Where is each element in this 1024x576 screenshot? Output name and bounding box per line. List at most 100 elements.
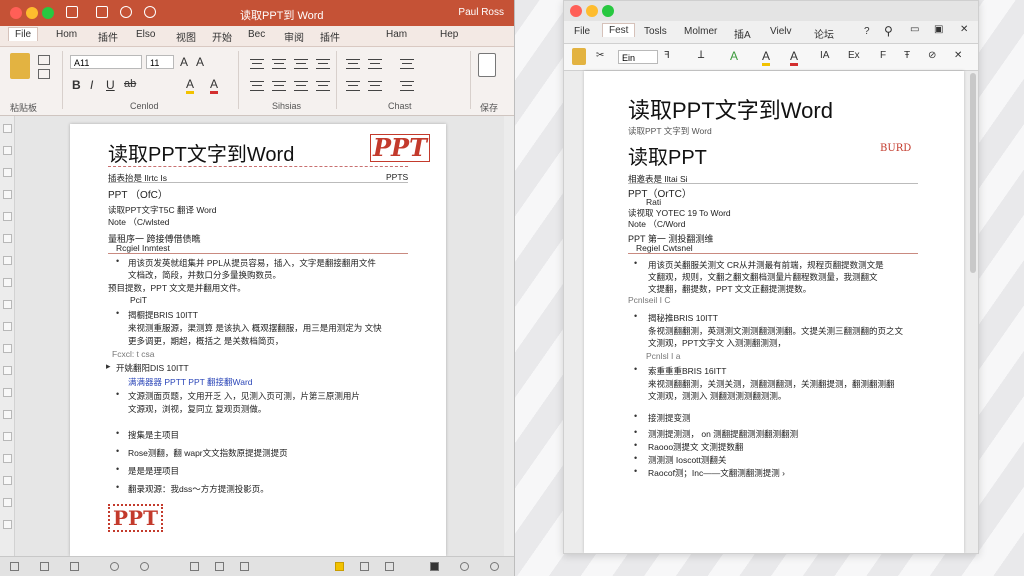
style-quote-icon[interactable]: [368, 81, 382, 91]
window-tile-icon[interactable]: ▣: [934, 24, 943, 35]
word-count-icon[interactable]: [40, 562, 49, 571]
cut-icon[interactable]: [38, 69, 50, 79]
maximize-window-button[interactable]: [42, 7, 54, 19]
close-window-button[interactable]: [10, 7, 22, 19]
close-window-button[interactable]: [570, 5, 582, 17]
focus-icon[interactable]: [140, 562, 149, 571]
vertical-scrollbar[interactable]: [504, 116, 514, 556]
thumbnail-icon[interactable]: [3, 124, 12, 133]
tab-forum[interactable]: 论坛: [814, 26, 834, 41]
undo-icon[interactable]: [120, 6, 132, 18]
thumbnail-icon[interactable]: [3, 388, 12, 397]
thumbnail-icon[interactable]: [3, 234, 12, 243]
thumbnail-icon[interactable]: [3, 322, 12, 331]
justify-icon[interactable]: [316, 81, 330, 91]
font-size-select[interactable]: 11: [146, 55, 174, 69]
style-normal-icon[interactable]: [346, 59, 360, 69]
thumbnail-icon[interactable]: [3, 212, 12, 221]
paste-icon[interactable]: [572, 48, 586, 65]
tab-elso[interactable]: Elso: [136, 29, 155, 40]
tab-view[interactable]: Vielv: [770, 26, 792, 37]
indent-icon[interactable]: [294, 59, 308, 69]
accessibility-icon[interactable]: [110, 562, 119, 571]
style-title-icon[interactable]: [400, 59, 414, 69]
zoom-out-icon[interactable]: [460, 562, 469, 571]
thumbnail-icon[interactable]: [3, 344, 12, 353]
underline-icon[interactable]: U: [106, 78, 115, 92]
search-icon[interactable]: ⚲: [884, 24, 893, 38]
tab-insert[interactable]: 插A: [734, 26, 751, 41]
tab-view[interactable]: 视图: [176, 29, 196, 44]
shrink-font-icon[interactable]: A: [196, 55, 204, 69]
minimize-window-button[interactable]: [26, 7, 38, 19]
tab-file[interactable]: File: [8, 27, 39, 41]
sort-icon[interactable]: [316, 59, 330, 69]
tab-tools[interactable]: Tosls: [644, 26, 667, 37]
font-name-select[interactable]: Ein: [618, 50, 658, 64]
tab-bec[interactable]: Bec: [248, 29, 265, 40]
font-name-select[interactable]: A11: [70, 55, 142, 69]
window-restore-icon[interactable]: ▭: [910, 24, 919, 35]
format-symbol[interactable]: F: [880, 50, 886, 61]
thumbnail-icon[interactable]: [3, 366, 12, 375]
tab-molmer[interactable]: Molmer: [684, 26, 717, 37]
read-mode-icon[interactable]: [190, 562, 199, 571]
clear-format-icon[interactable]: ⊘: [928, 50, 936, 61]
copy-icon[interactable]: [38, 55, 50, 65]
thumbnail-icon[interactable]: [3, 410, 12, 419]
tab-help[interactable]: Hep: [440, 29, 458, 40]
tab-addins[interactable]: 插件: [320, 29, 340, 44]
style-list-icon[interactable]: [346, 81, 360, 91]
close-ribbon-icon[interactable]: ✕: [954, 50, 962, 61]
document-page[interactable]: 读取PPT文字到Word PPT 插表抬是 Ilrtc Is PPTS PPT …: [70, 124, 446, 556]
cut-icon[interactable]: ✂: [596, 50, 604, 61]
tab-ham[interactable]: Ham: [386, 29, 407, 40]
tab-review[interactable]: 审阅: [284, 29, 304, 44]
thumbnail-icon[interactable]: [3, 300, 12, 309]
thumbnail-icon[interactable]: [3, 520, 12, 529]
vertical-scrollbar[interactable]: [970, 73, 976, 273]
format-symbol[interactable]: ꟻ: [664, 50, 670, 61]
tab-start[interactable]: 开始: [212, 29, 232, 44]
highlight-view-icon[interactable]: [335, 562, 344, 571]
document-page[interactable]: 读取PPT文字到Word 读取PPT 文字到 Word 读取PPT BURD 相…: [584, 71, 964, 553]
print-layout-icon[interactable]: [215, 562, 224, 571]
highlight-icon[interactable]: A: [186, 77, 195, 94]
thumbnail-icon[interactable]: [3, 146, 12, 155]
close-panel-icon[interactable]: ✕: [960, 24, 968, 35]
spelling-icon[interactable]: [70, 562, 79, 571]
thumbnail-icon[interactable]: [3, 498, 12, 507]
tab-plugin[interactable]: 插件: [98, 29, 118, 44]
font-color-icon[interactable]: A: [210, 77, 219, 94]
link-text[interactable]: 满满器器 PPTT PPT 翻接翻Ward: [128, 376, 253, 388]
help-icon[interactable]: ?: [864, 26, 870, 37]
minimize-window-button[interactable]: [586, 5, 598, 17]
checkbox-icon[interactable]: ▸: [106, 361, 111, 372]
maximize-window-button[interactable]: [602, 5, 614, 17]
thumbnail-icon[interactable]: [3, 454, 12, 463]
tab-file[interactable]: File: [574, 26, 590, 37]
tab-fest[interactable]: Fest: [602, 23, 636, 37]
font-color-icon[interactable]: A: [790, 49, 799, 66]
italic-icon[interactable]: I: [90, 78, 93, 92]
thumbnail-icon[interactable]: [3, 476, 12, 485]
thumbnail-icon[interactable]: [3, 190, 12, 199]
thumbnail-icon[interactable]: [3, 432, 12, 441]
account-name[interactable]: Paul Ross: [458, 7, 504, 18]
grow-font-icon[interactable]: A: [180, 55, 188, 69]
thumbnail-icon[interactable]: [3, 256, 12, 265]
page-count-icon[interactable]: [10, 562, 19, 571]
format-symbol[interactable]: Ex: [848, 50, 860, 61]
zoom-in-icon[interactable]: [490, 562, 499, 571]
text-effect-icon[interactable]: A: [730, 49, 738, 63]
style-heading-icon[interactable]: [368, 59, 382, 69]
bold-icon[interactable]: B: [72, 78, 81, 92]
outline-view-icon[interactable]: [360, 562, 369, 571]
format-symbol[interactable]: IA: [820, 50, 829, 61]
paste-icon[interactable]: [10, 53, 30, 79]
strikethrough-icon[interactable]: ab: [124, 78, 136, 90]
tab-home[interactable]: Hom: [56, 29, 77, 40]
align-left-icon[interactable]: [250, 81, 264, 91]
draft-view-icon[interactable]: [385, 562, 394, 571]
new-document-icon[interactable]: [96, 6, 108, 18]
